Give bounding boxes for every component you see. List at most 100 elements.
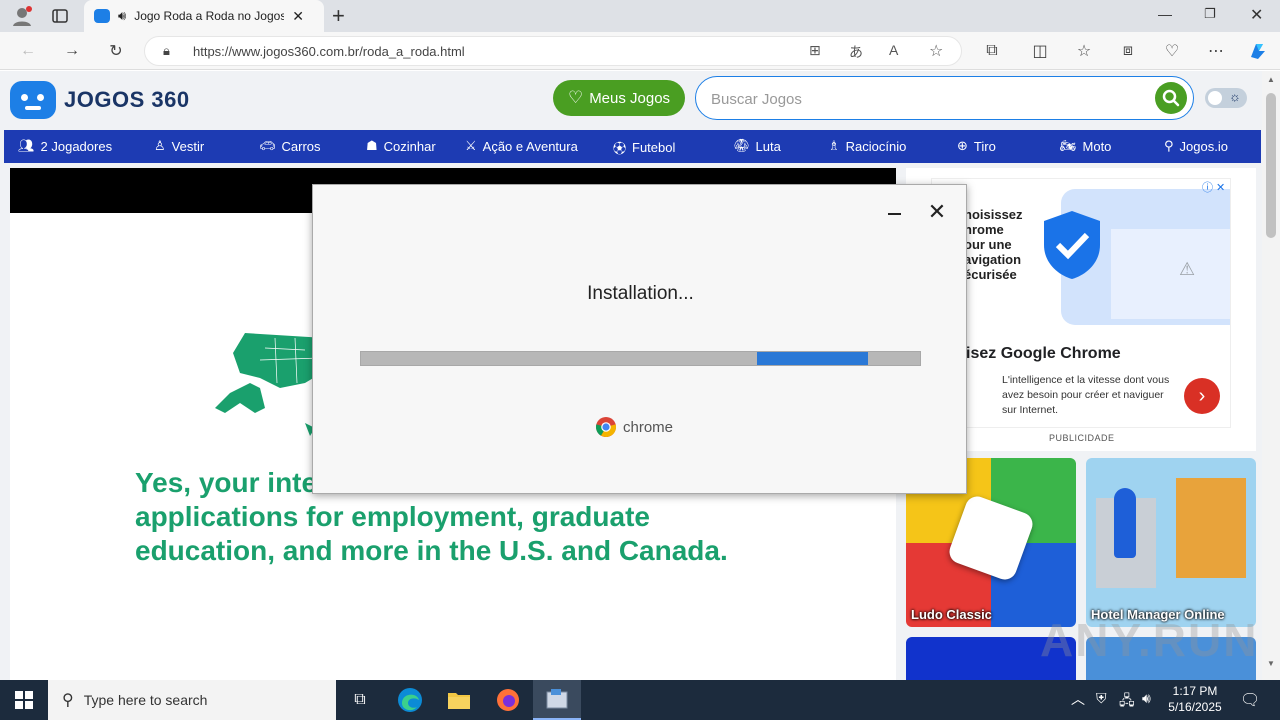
browser-toolbar: ← → ↻ 🔒︎ https://www.jogos360.com.br/rod…: [0, 32, 1280, 70]
task-view-button[interactable]: ⧉: [336, 680, 384, 720]
category-acao-aventura[interactable]: ⚔︎ Ação e Aventura: [465, 138, 578, 154]
speaker-icon[interactable]: 🔊︎: [118, 8, 126, 24]
my-games-button[interactable]: ♡ Meus Jogos: [553, 80, 685, 116]
installer-dialog: ✕ Installation... chrome: [312, 184, 967, 494]
collections-icon[interactable]: ⧈: [1116, 39, 1140, 63]
favorites-icon[interactable]: ☆: [1072, 39, 1096, 63]
url-text: https://www.jogos360.com.br/roda_a_roda.…: [193, 44, 465, 59]
edge-taskbar-icon[interactable]: [386, 680, 434, 720]
new-tab-button[interactable]: +: [332, 3, 345, 29]
taskbar-date: 5/16/2025: [1168, 700, 1222, 714]
notifications-icon[interactable]: 🗨︎: [1240, 690, 1260, 710]
forward-icon[interactable]: →: [60, 39, 84, 63]
installer-close-button[interactable]: ✕: [928, 199, 946, 224]
start-button[interactable]: [0, 680, 48, 720]
chrome-ad-banner[interactable]: hoisissez hrome our une avigation écuris…: [931, 178, 1231, 428]
scrollbar-thumb[interactable]: [1266, 93, 1276, 238]
network-security-icon[interactable]: ⛨: [1096, 690, 1107, 707]
logo-icon: [10, 81, 56, 119]
page-scrollbar[interactable]: ▲ ▼: [1262, 71, 1280, 680]
site-search-input[interactable]: Buscar Jogos: [695, 76, 1194, 120]
chef-hat-icon: ☗: [366, 138, 378, 153]
game-tile-hotel-manager[interactable]: Hotel Manager Online: [1086, 458, 1256, 627]
installer-progress-bar: [360, 351, 921, 366]
action-icon: ⚔︎: [465, 138, 477, 153]
soccer-ball-icon: ⚽︎: [613, 141, 627, 156]
taskbar-time: 1:17 PM: [1172, 684, 1218, 698]
ad-body-text: L'intelligence et la vitesse dont vous a…: [1002, 374, 1170, 416]
ad-promo-text: hoisissez hrome our une avigation écuris…: [964, 207, 1023, 282]
file-explorer-taskbar-icon[interactable]: [435, 680, 483, 720]
profile-icon[interactable]: [10, 4, 34, 28]
taskbar-clock[interactable]: 1:17 PM 5/16/2025: [1160, 683, 1230, 715]
theme-toggle[interactable]: ☼: [1205, 88, 1247, 108]
game-pawn-icon: [1114, 488, 1136, 558]
close-window-button[interactable]: ✕: [1250, 5, 1263, 25]
minimize-window-button[interactable]: —: [1158, 6, 1172, 22]
game-title: Ludo Classic: [911, 607, 992, 622]
more-menu-icon[interactable]: ⋯: [1204, 39, 1228, 63]
installer-brand: chrome: [595, 416, 673, 438]
heart-icon: ♡: [567, 88, 584, 107]
refresh-icon[interactable]: ↻: [104, 39, 128, 63]
tab-active[interactable]: 🔊︎ Jogo Roda a Roda no Jogos ✕: [84, 0, 324, 32]
volume-icon[interactable]: 🔊︎: [1142, 690, 1151, 707]
scroll-up-arrow[interactable]: ▲: [1267, 75, 1275, 84]
split-screen-icon[interactable]: ◫: [1028, 39, 1052, 63]
scroll-down-arrow[interactable]: ▼: [1267, 659, 1275, 668]
installer-status-text: Installation...: [587, 283, 694, 304]
site-logo[interactable]: JOGOS 360: [10, 81, 190, 119]
category-carros[interactable]: 🚗︎ Carros: [259, 138, 321, 154]
copilot-icon[interactable]: [1246, 39, 1270, 63]
ad-arrow-button[interactable]: ›: [1184, 378, 1220, 414]
my-games-label: Meus Jogos: [589, 89, 671, 107]
two-players-icon: 👥︎: [18, 138, 35, 153]
ad-info-icon[interactable]: ⓘ ✕: [1202, 179, 1225, 195]
search-button[interactable]: [1155, 82, 1187, 114]
category-tiro[interactable]: ⊕ Tiro: [957, 138, 996, 154]
taskbar-search-placeholder: Type here to search: [83, 692, 208, 708]
translate-icon[interactable]: あ: [849, 42, 863, 62]
tab-actions-icon[interactable]: [48, 4, 72, 28]
installer-minimize-button[interactable]: [886, 203, 902, 219]
advertising-label: PUBLICIDADE: [1049, 433, 1115, 443]
category-luta[interactable]: 🥋︎ Luta: [733, 138, 781, 154]
firefox-taskbar-icon[interactable]: [484, 680, 532, 720]
search-icon: [1162, 89, 1180, 107]
toggle-knob: [1208, 91, 1222, 105]
search-placeholder: Buscar Jogos: [711, 91, 802, 108]
category-jogos-io[interactable]: ⚲ Jogos.io: [1164, 138, 1228, 154]
address-bar[interactable]: 🔒︎ https://www.jogos360.com.br/roda_a_ro…: [144, 36, 962, 66]
favorite-star-icon[interactable]: ☆: [929, 41, 943, 61]
tray-overflow-icon[interactable]: ︿: [1071, 689, 1085, 709]
tab-bar: 🔊︎ Jogo Roda a Roda no Jogos ✕ + — ❐ ✕: [0, 0, 1280, 32]
taskbar-search-box[interactable]: ⚲ Type here to search: [48, 680, 336, 720]
crosshair-icon: ⊕: [957, 138, 968, 153]
restore-window-button[interactable]: ❐: [1204, 6, 1216, 22]
category-futebol[interactable]: ⚽︎ Futebol: [613, 138, 675, 157]
category-2-jogadores[interactable]: 👥︎ 2 Jogadores: [18, 138, 112, 154]
brain-icon: ♗: [828, 138, 840, 153]
io-icon: ⚲: [1164, 138, 1174, 153]
car-icon: 🚗︎: [259, 138, 276, 153]
installer-brand-text: chrome: [623, 418, 674, 436]
read-aloud-icon[interactable]: A: [889, 42, 898, 58]
windows-taskbar: ⚲ Type here to search ⧉ ︿ ⛨ 🖧︎ 🔊︎ 1:17 P…: [0, 680, 1280, 720]
app-available-icon[interactable]: ⊞: [809, 42, 821, 59]
network-icon[interactable]: 🖧︎: [1119, 690, 1135, 714]
category-cozinhar[interactable]: ☗ Cozinhar: [366, 138, 436, 154]
fight-icon: 🥋︎: [733, 138, 750, 153]
motorcycle-icon: 🏍︎: [1060, 138, 1077, 153]
back-icon[interactable]: ←: [16, 39, 40, 63]
category-raciocinio[interactable]: ♗ Raciocínio: [828, 138, 906, 154]
tab-close-icon[interactable]: ✕: [292, 8, 304, 25]
extensions-icon[interactable]: ⧉: [980, 39, 1004, 63]
category-vestir[interactable]: ♙ Vestir: [154, 138, 204, 154]
shield-check-icon: [1044, 211, 1100, 279]
category-moto[interactable]: 🏍︎ Moto: [1060, 138, 1111, 154]
sun-icon: ☼: [1229, 89, 1241, 104]
browser-essentials-icon[interactable]: ♡: [1160, 39, 1184, 63]
installer-taskbar-icon[interactable]: [533, 680, 581, 720]
site-favicon-icon: [94, 9, 110, 23]
ad-chrome-headline: isez Google Chrome: [966, 345, 1121, 362]
